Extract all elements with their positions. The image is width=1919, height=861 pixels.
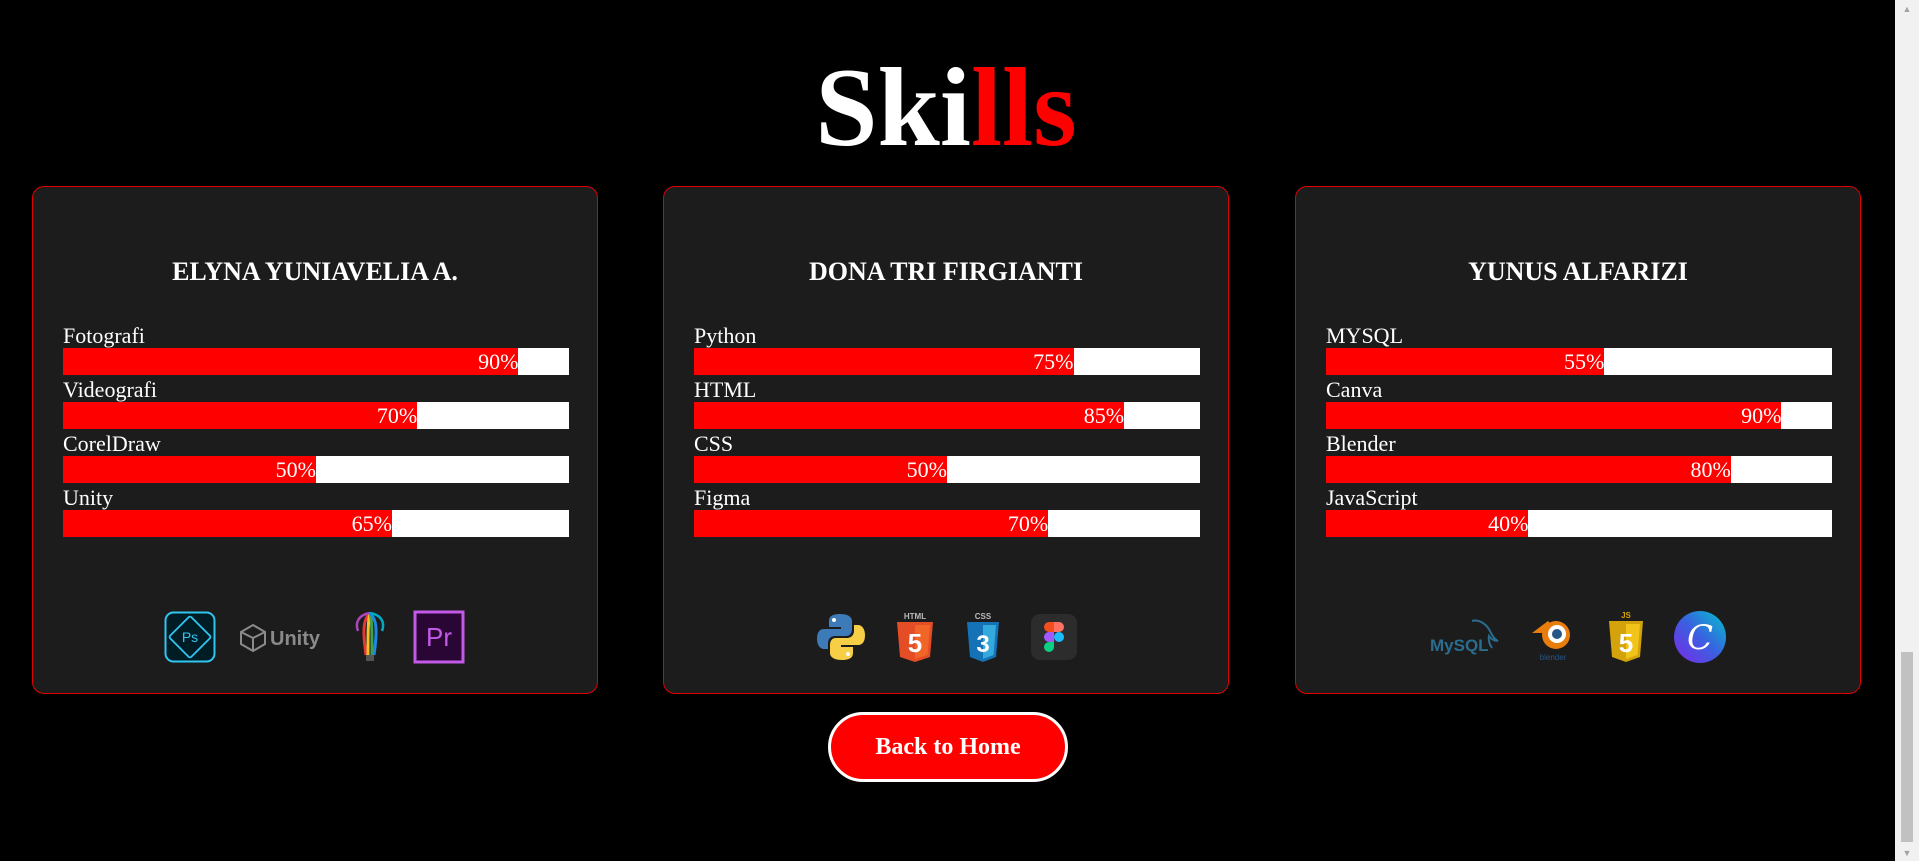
skill-item: Unity 65% bbox=[63, 486, 569, 540]
skill-item: CorelDraw 50% bbox=[63, 432, 569, 486]
scroll-up-arrow-icon[interactable]: ▲ bbox=[1895, 0, 1919, 17]
js-icon-number: 5 bbox=[1619, 628, 1633, 658]
skill-bar-fill: 50% bbox=[63, 456, 316, 483]
skill-item: HTML 85% bbox=[694, 378, 1200, 432]
skill-card-yunus: YUNUS ALFARIZI MYSQL 55% Canva 90% Blend… bbox=[1295, 186, 1861, 694]
mysql-icon: MySQL bbox=[1428, 615, 1500, 659]
css3-icon: CSS 3 bbox=[963, 611, 1003, 663]
skill-bar-fill: 40% bbox=[1326, 510, 1529, 537]
skill-bar-track: 55% bbox=[1326, 348, 1832, 375]
html-icon-number: 5 bbox=[908, 628, 922, 658]
premiere-pro-icon: Pr bbox=[412, 609, 466, 665]
skill-bar-fill: 85% bbox=[694, 402, 1125, 429]
scroll-down-arrow-icon[interactable]: ▼ bbox=[1895, 844, 1919, 861]
vertical-scrollbar[interactable]: ▲ ▼ bbox=[1895, 0, 1919, 861]
title-part-white: Ski bbox=[815, 46, 971, 170]
skill-label: Videografi bbox=[63, 377, 157, 402]
skill-bar-track: 80% bbox=[1326, 456, 1832, 483]
css-icon-text: CSS bbox=[975, 612, 992, 621]
javascript-icon: JS 5 bbox=[1606, 610, 1646, 664]
tool-icons: Ps Unity Pr bbox=[33, 607, 597, 667]
python-icon bbox=[815, 611, 867, 663]
skill-bar-fill: 70% bbox=[694, 510, 1049, 537]
skill-bar-track: 50% bbox=[63, 456, 569, 483]
blender-icon: blender bbox=[1526, 611, 1580, 663]
blender-icon-text: blender bbox=[1540, 653, 1567, 662]
skill-item: Fotografi 90% bbox=[63, 324, 569, 378]
css-icon-number: 3 bbox=[976, 631, 989, 658]
skill-item: CSS 50% bbox=[694, 432, 1200, 486]
back-to-home-button[interactable]: Back to Home bbox=[828, 712, 1068, 782]
unity-logo-icon: Unity bbox=[238, 617, 328, 657]
skill-card-elyna: ELYNA YUNIAVELIA A. Fotografi 90% Videog… bbox=[32, 186, 598, 694]
pr-icon-text: Pr bbox=[426, 622, 452, 652]
skill-label: HTML bbox=[694, 377, 757, 402]
ps-icon-text: Ps bbox=[182, 629, 198, 645]
unity-icon-text: Unity bbox=[270, 628, 321, 650]
skill-label: MYSQL bbox=[1326, 323, 1404, 348]
scrollbar-thumb[interactable] bbox=[1901, 652, 1913, 842]
tool-icons: MySQL blender JS 5 C bbox=[1296, 607, 1860, 667]
card-name: ELYNA YUNIAVELIA A. bbox=[172, 257, 458, 286]
skill-item: MYSQL 55% bbox=[1326, 324, 1832, 378]
skill-bar-track: 70% bbox=[694, 510, 1200, 537]
card-name: YUNUS ALFARIZI bbox=[1468, 257, 1688, 286]
tool-icons: HTML 5 CSS 3 bbox=[664, 607, 1228, 667]
figma-icon bbox=[1031, 614, 1077, 660]
skill-label: CorelDraw bbox=[63, 431, 161, 456]
skill-label: Unity bbox=[63, 485, 114, 510]
skill-bar-track: 65% bbox=[63, 510, 569, 537]
skills-page: Skills ELYNA YUNIAVELIA A. Fotografi 90%… bbox=[0, 0, 1919, 861]
skill-card-dona: DONA TRI FIRGIANTI Python 75% HTML 85% C… bbox=[663, 186, 1229, 694]
skill-list: Fotografi 90% Videografi 70% CorelDraw 5… bbox=[63, 324, 569, 540]
coreldraw-icon bbox=[350, 609, 390, 665]
skill-bar-track: 50% bbox=[694, 456, 1200, 483]
skill-bar-track: 90% bbox=[63, 348, 569, 375]
skill-bar-track: 40% bbox=[1326, 510, 1832, 537]
html5-icon: HTML 5 bbox=[895, 611, 935, 663]
skill-label: Fotografi bbox=[63, 323, 145, 348]
skill-bar-track: 90% bbox=[1326, 402, 1832, 429]
skill-bar-track: 75% bbox=[694, 348, 1200, 375]
skill-label: Python bbox=[694, 323, 757, 348]
canva-icon-text: C bbox=[1687, 618, 1713, 658]
skill-bar-fill: 55% bbox=[1326, 348, 1605, 375]
skill-label: Canva bbox=[1326, 377, 1383, 402]
skill-label: Blender bbox=[1326, 431, 1396, 456]
skill-bar-fill: 90% bbox=[1326, 402, 1782, 429]
skill-bar-fill: 65% bbox=[63, 510, 392, 537]
skill-item: JavaScript 40% bbox=[1326, 486, 1832, 540]
skill-bar-fill: 70% bbox=[63, 402, 418, 429]
skill-bar-track: 70% bbox=[63, 402, 569, 429]
skill-bar-fill: 90% bbox=[63, 348, 519, 375]
skill-list: Python 75% HTML 85% CSS 50% Figma 70% bbox=[694, 324, 1200, 540]
photoshop-express-icon: Ps bbox=[164, 611, 216, 663]
skill-list: MYSQL 55% Canva 90% Blender 80% JavaScri… bbox=[1326, 324, 1832, 540]
skill-bar-track: 85% bbox=[694, 402, 1200, 429]
skill-item: Python 75% bbox=[694, 324, 1200, 378]
title-part-red: lls bbox=[970, 46, 1077, 170]
skill-item: Videografi 70% bbox=[63, 378, 569, 432]
page-title: Skills bbox=[0, 40, 1892, 176]
skill-item: Blender 80% bbox=[1326, 432, 1832, 486]
html-icon-text: HTML bbox=[904, 612, 926, 621]
skill-label: JavaScript bbox=[1326, 485, 1418, 510]
skill-item: Canva 90% bbox=[1326, 378, 1832, 432]
skill-label: Figma bbox=[694, 485, 751, 510]
skill-bar-fill: 50% bbox=[694, 456, 947, 483]
mysql-icon-text: MySQL bbox=[1430, 636, 1489, 655]
skill-item: Figma 70% bbox=[694, 486, 1200, 540]
skill-bar-fill: 75% bbox=[694, 348, 1074, 375]
canva-icon: C bbox=[1672, 609, 1728, 665]
card-name: DONA TRI FIRGIANTI bbox=[808, 257, 1083, 286]
skill-bar-fill: 80% bbox=[1326, 456, 1731, 483]
skill-label: CSS bbox=[694, 431, 734, 456]
js-icon-text: JS bbox=[1621, 611, 1631, 620]
